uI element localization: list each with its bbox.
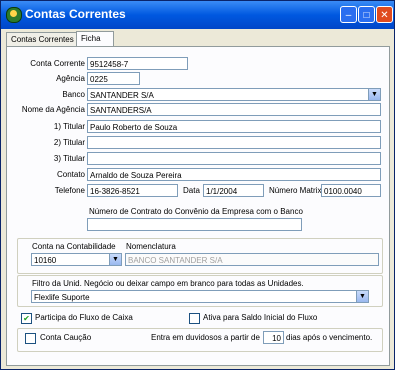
numero-contrato-input[interactable] [87, 218, 302, 231]
titular1-label: 1) Titular [53, 122, 85, 131]
titular3-label: 3) Titular [53, 154, 85, 163]
conta-contabilidade-label: Conta na Contabilidade [32, 242, 116, 251]
app-icon [6, 7, 22, 23]
nome-agencia-label: Nome da Agência [21, 105, 85, 114]
conta-corrente-label: Conta Corrente [30, 59, 85, 68]
conta-contabilidade-value: 10160 [34, 256, 57, 265]
close-button[interactable]: ✕ [376, 6, 393, 23]
agencia-input[interactable]: 0225 [87, 72, 140, 85]
window: Contas Correntes – □ ✕ Contas Correntes … [0, 0, 395, 370]
banco-value: SANTANDER S/A [90, 91, 154, 100]
ativa-saldo-checkbox[interactable] [189, 313, 200, 324]
tab-contas-correntes[interactable]: Contas Correntes [6, 32, 82, 47]
data-input[interactable]: 1/1/2004 [203, 184, 264, 197]
chevron-down-icon[interactable]: ▼ [109, 254, 121, 265]
numero-matrix-input[interactable]: 0100.0040 [321, 184, 381, 197]
chevron-down-icon[interactable]: ▼ [356, 291, 368, 302]
titular2-input[interactable] [87, 136, 381, 149]
dias-input[interactable]: 10 [263, 331, 284, 344]
maximize-button[interactable]: □ [358, 6, 375, 23]
telefone-label: Telefone [54, 186, 85, 195]
conta-contabilidade-select[interactable]: 10160 ▼ [31, 253, 122, 266]
minimize-button[interactable]: – [340, 6, 357, 23]
entra-duvidosos-label: Entra em duvidosos a partir de [151, 333, 260, 342]
titular3-input[interactable] [87, 152, 381, 165]
filtro-label: Filtro da Unid. Negócio ou deixar campo … [32, 279, 304, 288]
participa-fluxo-checkbox[interactable]: ✔ [21, 313, 32, 324]
nomenclatura-input: BANCO SANTANDER S/A [125, 253, 379, 266]
conta-corrente-input[interactable]: 9512458-7 [87, 57, 188, 70]
nome-agencia-input[interactable]: SANTANDERS/A [87, 103, 381, 116]
conta-caucao-checkbox[interactable] [25, 333, 36, 344]
agencia-label: Agência [56, 74, 85, 83]
data-label: Data [183, 186, 200, 195]
banco-label: Banco [62, 90, 85, 99]
chevron-down-icon[interactable]: ▼ [368, 89, 380, 100]
banco-select[interactable]: SANTANDER S/A ▼ [87, 88, 381, 101]
titular2-label: 2) Titular [53, 138, 85, 147]
window-title: Contas Correntes [25, 7, 126, 21]
filtro-select[interactable]: Flexlife Suporte ▼ [31, 290, 369, 303]
title-bar: Contas Correntes – □ ✕ [1, 1, 394, 29]
contato-label: Contato [56, 170, 85, 179]
titular1-input[interactable]: Paulo Roberto de Souza [87, 120, 381, 133]
telefone-input[interactable]: 16-3826-8521 [87, 184, 178, 197]
numero-contrato-label: Número de Contrato do Convênio da Empres… [89, 207, 303, 216]
conta-caucao-label: Conta Caução [40, 333, 92, 342]
participa-fluxo-label: Participa do Fluxo de Caixa [35, 313, 133, 322]
numero-matrix-label: Número Matrix [269, 186, 322, 195]
ficha-panel: Conta Corrente 9512458-7 Agência 0225 Ba… [6, 46, 390, 366]
dias-apos-label: dias após o vencimento. [286, 333, 373, 342]
nomenclatura-label: Nomenclatura [126, 242, 176, 251]
ativa-saldo-label: Ativa para Saldo Inicial do Fluxo [203, 313, 318, 322]
contato-input[interactable]: Arnaldo de Souza Pereira [87, 168, 381, 181]
filtro-value: Flexlife Suporte [34, 293, 90, 302]
